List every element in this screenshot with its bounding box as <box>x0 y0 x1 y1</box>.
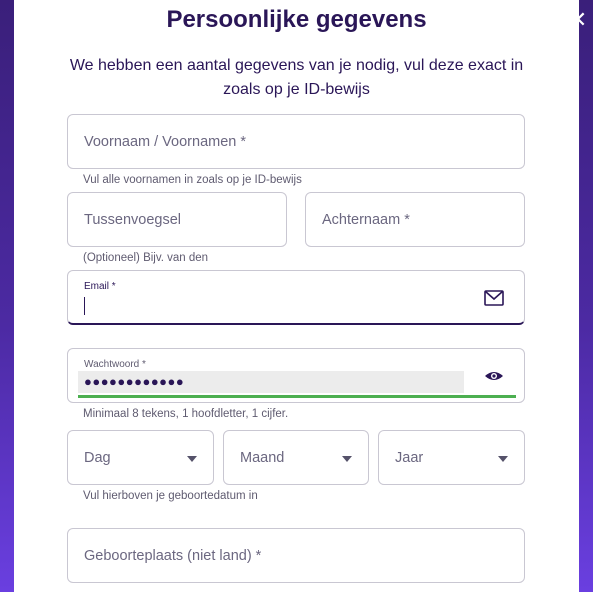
password-label: Wachtwoord * <box>84 359 146 370</box>
text-cursor <box>84 297 85 315</box>
month-select-label: Maand <box>240 450 285 466</box>
password-hint: Minimaal 8 tekens, 1 hoofdletter, 1 cijf… <box>83 408 289 420</box>
tussenvoegsel-placeholder: Tussenvoegsel <box>84 212 181 228</box>
birthdate-hint: Vul hierboven je geboortedatum in <box>83 490 258 502</box>
page-subtitle: We hebben een aantal gegevens van je nod… <box>69 57 524 98</box>
password-field[interactable]: Wachtwoord * ●●●●●●●●●●●● <box>67 348 525 403</box>
firstname-hint: Vul alle voornamen in zoals op je ID-bew… <box>83 174 302 186</box>
day-select[interactable]: Dag <box>67 430 214 485</box>
password-value: ●●●●●●●●●●●● <box>84 374 185 389</box>
year-select-label: Jaar <box>395 450 424 466</box>
birthplace-placeholder: Geboorteplaats (niet land) * <box>84 548 262 564</box>
password-strength-bar <box>78 395 516 398</box>
tussenvoegsel-hint: (Optioneel) Bijv. van den <box>83 252 209 264</box>
year-select[interactable]: Jaar <box>378 430 525 485</box>
birthplace-field[interactable]: Geboorteplaats (niet land) * <box>67 528 525 583</box>
eye-icon[interactable] <box>484 369 504 388</box>
day-select-label: Dag <box>84 450 111 466</box>
achternaam-field[interactable]: Achternaam * <box>305 192 525 247</box>
email-label: Email * <box>84 281 116 292</box>
chevron-down-icon <box>498 456 508 462</box>
tussenvoegsel-field[interactable]: Tussenvoegsel <box>67 192 287 247</box>
chevron-down-icon <box>342 456 352 462</box>
firstname-field[interactable]: Voornaam / Voornamen * <box>67 114 525 169</box>
chevron-down-icon <box>187 456 197 462</box>
achternaam-placeholder: Achternaam * <box>322 212 410 228</box>
email-field[interactable]: Email * <box>67 270 525 325</box>
page-title: Persoonlijke gegevens <box>166 6 427 33</box>
firstname-placeholder: Voornaam / Voornamen * <box>84 134 247 150</box>
envelope-icon <box>484 290 504 311</box>
month-select[interactable]: Maand <box>223 430 369 485</box>
